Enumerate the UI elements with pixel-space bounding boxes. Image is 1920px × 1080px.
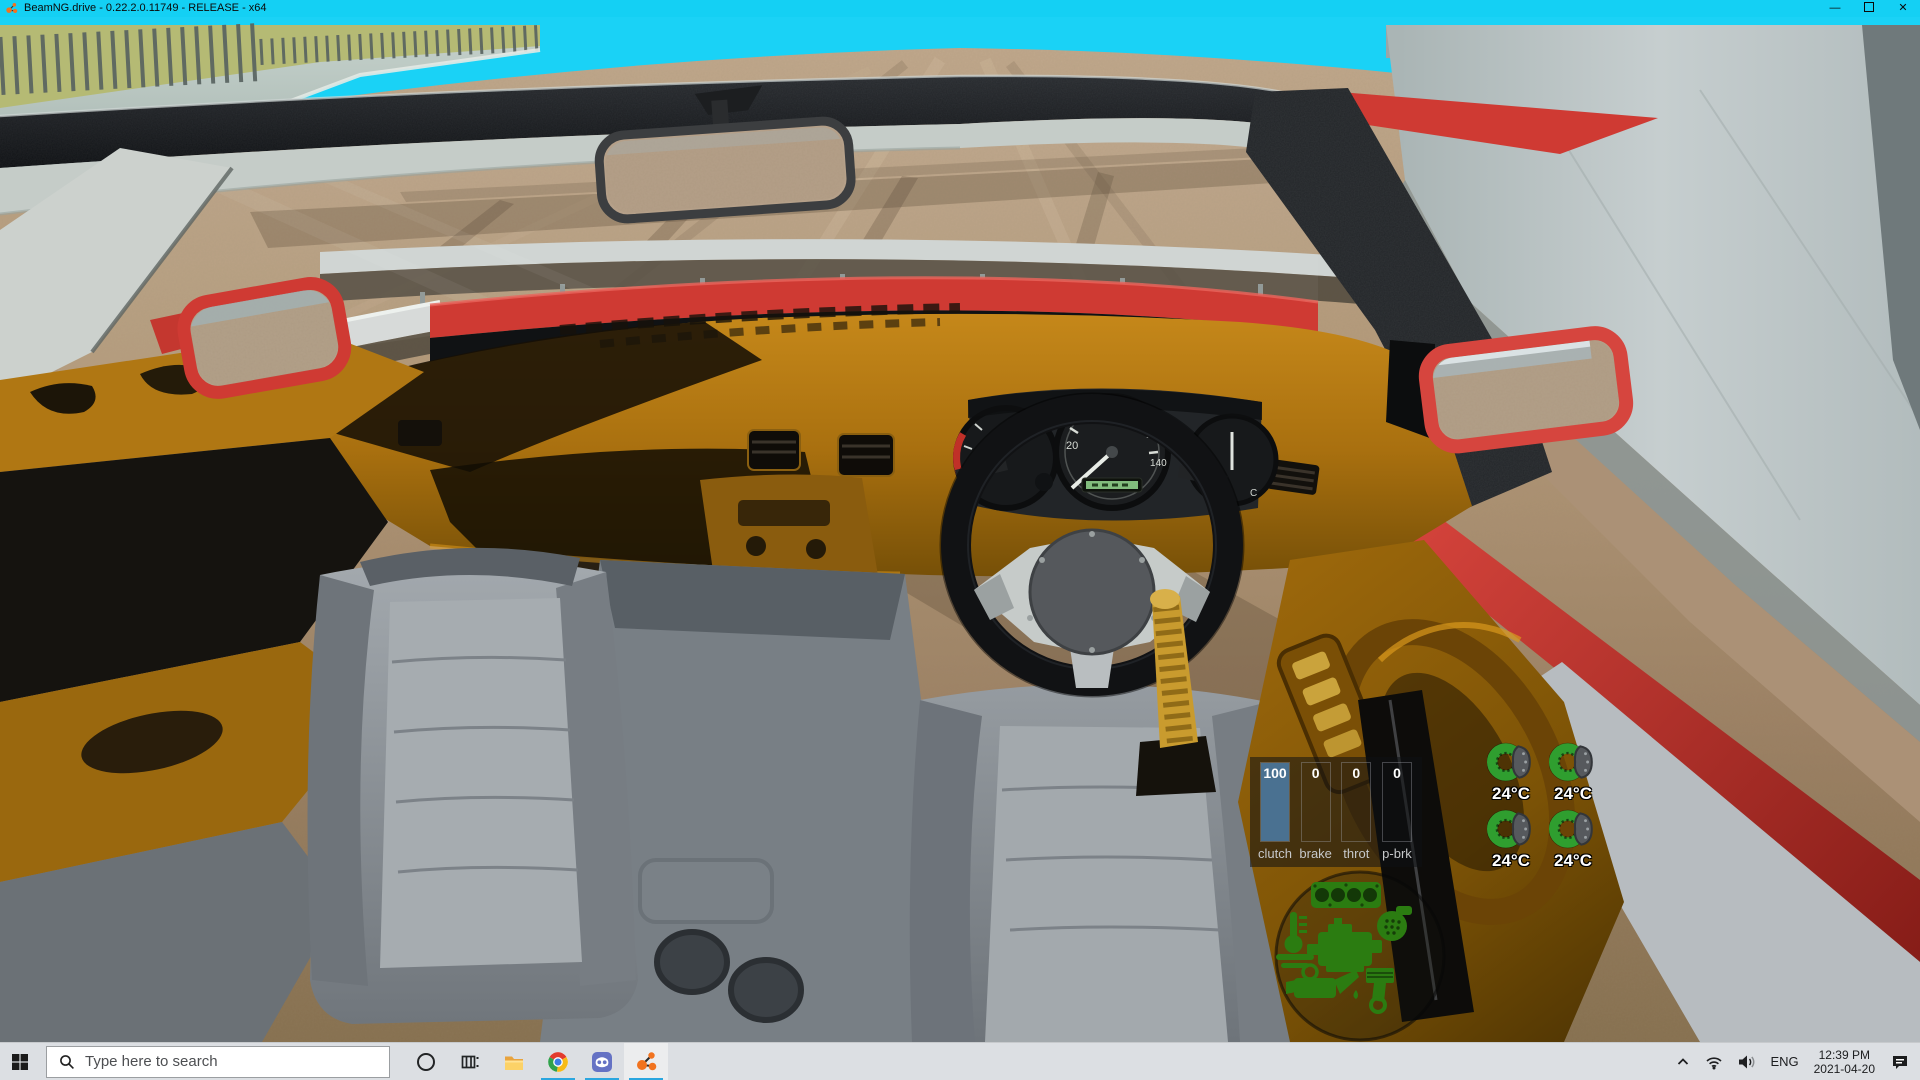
- left-side-mirror: [180, 279, 350, 397]
- action-center-icon: [1890, 1053, 1910, 1071]
- file-explorer-icon: [503, 1051, 525, 1073]
- taskbar: Type here to search: [0, 1042, 1920, 1080]
- search-placeholder: Type here to search: [85, 1053, 218, 1070]
- system-tray: ENG 12:39 PM 2021-04-20: [1668, 1043, 1920, 1080]
- wifi-icon: [1705, 1054, 1723, 1070]
- taskbar-search-input[interactable]: Type here to search: [46, 1046, 390, 1078]
- tire-rear-left: 24°C: [1480, 806, 1542, 871]
- search-icon: [59, 1054, 75, 1070]
- taskbar-item-file-explorer[interactable]: [492, 1043, 536, 1080]
- input-parkbrake: 0 p-brk: [1380, 762, 1414, 863]
- beamng-icon: [634, 1050, 658, 1074]
- head-gasket-icon: [1311, 882, 1381, 908]
- vehicle-inputs-app: 100 clutch 0 brake 0 throt 0 p-brk: [1250, 757, 1422, 867]
- tray-chevron[interactable]: [1675, 1054, 1691, 1070]
- throttle-label: throt: [1343, 846, 1369, 861]
- input-throttle: 0 throt: [1339, 762, 1373, 863]
- tire-front-right: 24°C: [1542, 739, 1604, 804]
- tray-volume[interactable]: [1737, 1054, 1756, 1070]
- right-side-mirror: [1423, 330, 1629, 449]
- svg-text:C: C: [1250, 488, 1257, 499]
- svg-text:20: 20: [1066, 440, 1078, 452]
- throttle-value: 0: [1342, 765, 1370, 781]
- tray-clock[interactable]: 12:39 PM 2021-04-20: [1814, 1048, 1875, 1076]
- tire-temp-rl: 24°C: [1492, 851, 1530, 871]
- tire-icon: [1487, 739, 1535, 785]
- cortana-icon: [416, 1052, 436, 1072]
- desktop: BeamNG.drive - 0.22.2.0.11749 - RELEASE …: [0, 0, 1920, 1080]
- taskbar-item-beamng[interactable]: [624, 1043, 668, 1080]
- game-viewport[interactable]: 20 120 140 E C: [0, 17, 1920, 1042]
- task-view-icon: [460, 1052, 480, 1072]
- tire-temp-rr: 24°C: [1554, 851, 1592, 871]
- discord-icon: [591, 1051, 613, 1073]
- tray-language[interactable]: ENG: [1770, 1054, 1798, 1069]
- brake-value: 0: [1302, 765, 1330, 781]
- action-center-button[interactable]: [1890, 1053, 1910, 1071]
- taskbar-item-cortana[interactable]: [404, 1043, 448, 1080]
- driver-seat: [910, 684, 1308, 1042]
- passenger-seat: [308, 548, 639, 1024]
- windows-logo-icon: [11, 1053, 29, 1071]
- tray-time: 12:39 PM: [1814, 1048, 1875, 1062]
- input-brake: 0 brake: [1299, 762, 1333, 863]
- svg-text:140: 140: [1150, 458, 1167, 469]
- input-clutch: 100 clutch: [1258, 762, 1292, 863]
- minimize-button[interactable]: —: [1818, 0, 1852, 17]
- chevron-up-icon: [1675, 1054, 1691, 1070]
- taskbar-item-task-view[interactable]: [448, 1043, 492, 1080]
- tire-rear-right: 24°C: [1542, 806, 1604, 871]
- tire-icon: [1549, 739, 1597, 785]
- tire-icon: [1487, 806, 1535, 852]
- taskbar-item-chrome[interactable]: [536, 1043, 580, 1080]
- game-scene: 20 120 140 E C: [0, 17, 1920, 1042]
- parkbrake-label: p-brk: [1382, 846, 1412, 861]
- tray-date: 2021-04-20: [1814, 1062, 1875, 1076]
- tire-thermals-app: 24°C 24°C: [1480, 739, 1608, 871]
- beamng-window-icon: [5, 2, 18, 15]
- tire-temp-fl: 24°C: [1492, 784, 1530, 804]
- title-bar[interactable]: BeamNG.drive - 0.22.2.0.11749 - RELEASE …: [0, 0, 1920, 17]
- speaker-icon: [1737, 1054, 1756, 1070]
- window-title: BeamNG.drive - 0.22.2.0.11749 - RELEASE …: [24, 0, 267, 17]
- clutch-label: clutch: [1258, 846, 1292, 861]
- start-button[interactable]: [0, 1043, 40, 1080]
- clutch-value: 100: [1261, 765, 1289, 781]
- tray-network[interactable]: [1705, 1054, 1723, 1070]
- close-button[interactable]: ✕: [1886, 0, 1920, 17]
- tire-front-left: 24°C: [1480, 739, 1542, 804]
- tire-icon: [1549, 806, 1597, 852]
- parkbrake-value: 0: [1383, 765, 1411, 781]
- chrome-icon: [547, 1051, 569, 1073]
- taskbar-item-discord[interactable]: [580, 1043, 624, 1080]
- engine-damage-app: [1266, 866, 1456, 1042]
- tire-temp-fr: 24°C: [1554, 784, 1592, 804]
- maximize-button[interactable]: [1852, 0, 1886, 17]
- brake-label: brake: [1299, 846, 1332, 861]
